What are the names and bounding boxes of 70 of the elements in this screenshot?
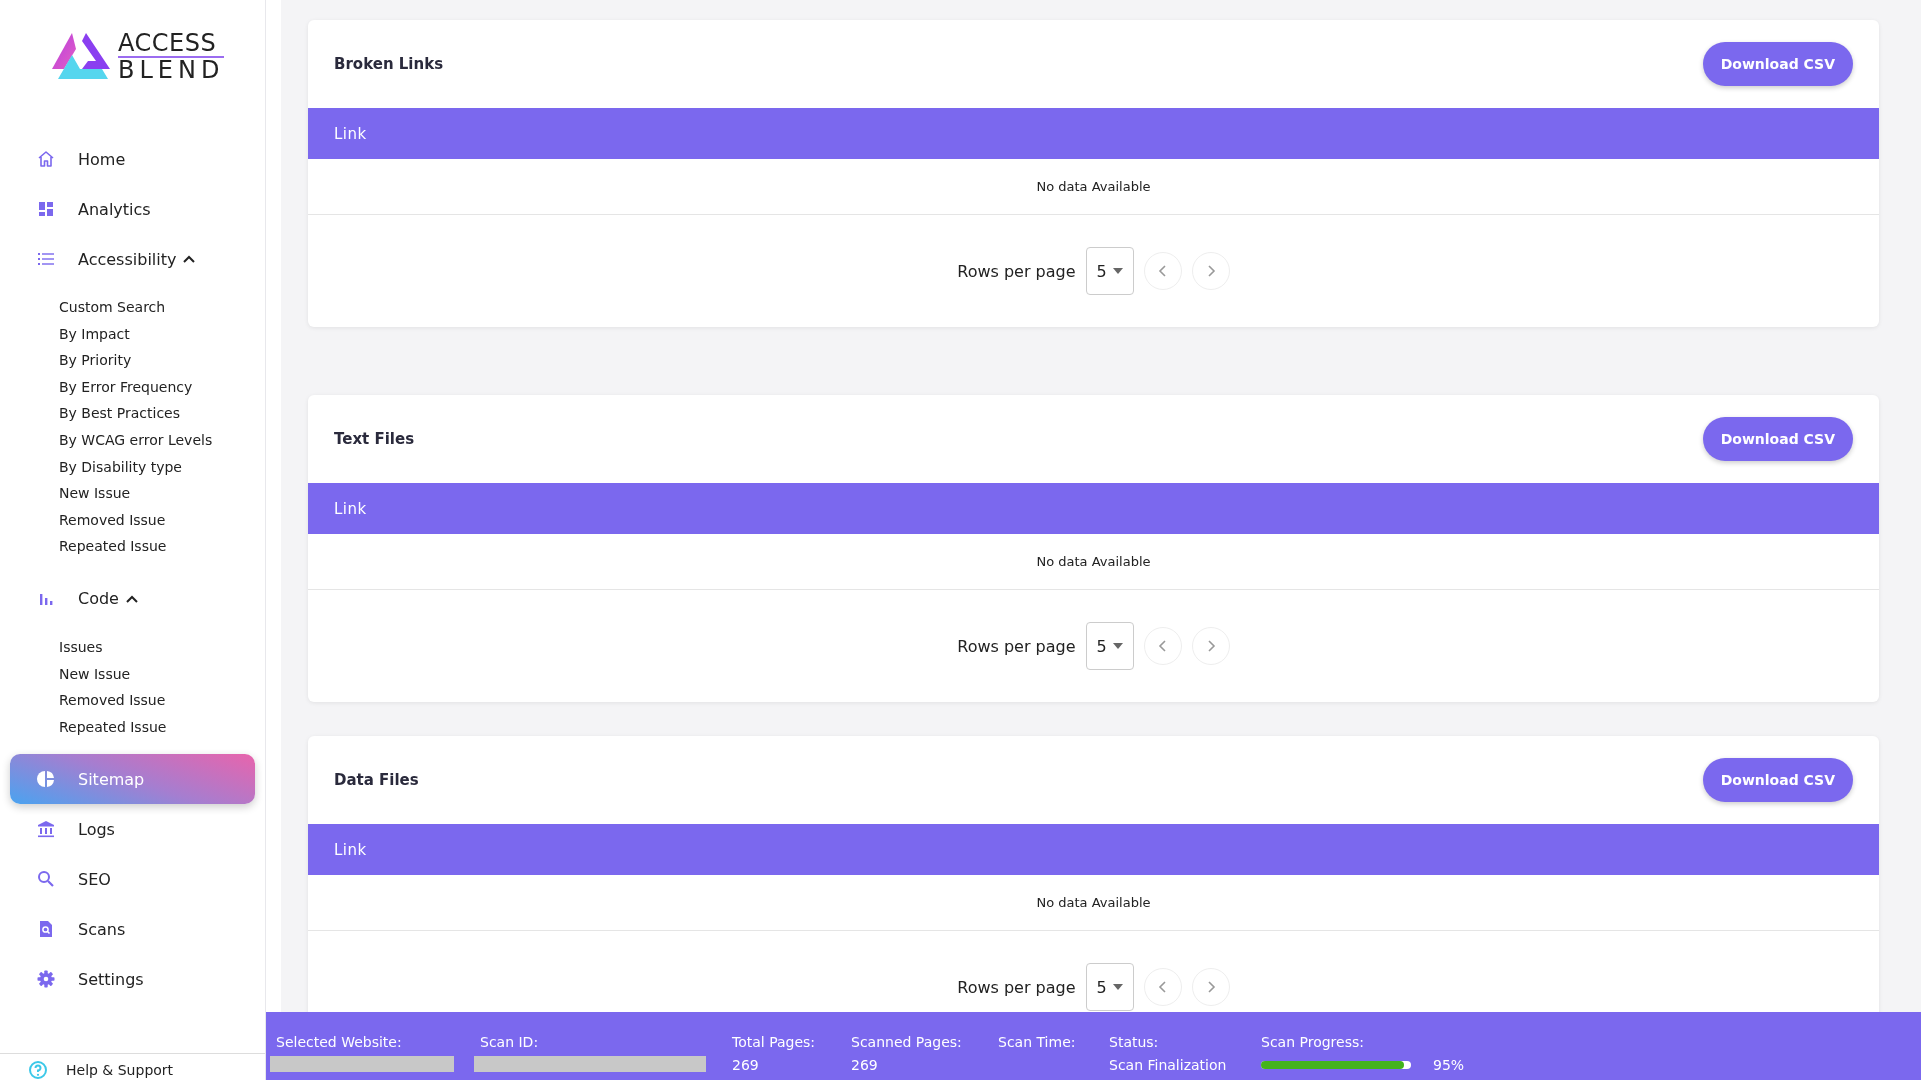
card-title: Broken Links: [334, 55, 444, 73]
logo-text: ACCESS: [118, 30, 225, 58]
caret-icon: [1112, 643, 1123, 649]
sidebar-item[interactable]: SEO: [10, 854, 255, 905]
empty-message: No data Available: [1036, 179, 1151, 194]
submenu-item[interactable]: Removed Issue: [59, 687, 255, 714]
bank-icon: [36, 819, 56, 840]
submenu-item[interactable]: By WCAG error Levels: [59, 426, 255, 454]
rows-per-page-label: Rows per page: [957, 261, 1076, 281]
next-page-button[interactable]: [1191, 627, 1230, 665]
submenu-item[interactable]: Repeated Issue: [59, 533, 255, 560]
column-header: Link: [334, 840, 367, 859]
status-label: Scan ID:: [480, 1034, 540, 1050]
card-title: Data Files: [334, 771, 419, 789]
submenu-item[interactable]: Removed Issue: [59, 506, 255, 534]
download-csv-button[interactable]: Download CSV: [1702, 417, 1853, 461]
logo-text: BLEND: [118, 57, 225, 82]
submenu-item[interactable]: By Priority: [59, 347, 255, 374]
next-page-button[interactable]: [1191, 968, 1230, 1006]
help-support-link[interactable]: Help & Support: [66, 1062, 174, 1078]
dashboard-icon: [36, 199, 56, 219]
column-header: Link: [334, 499, 367, 518]
previous-page-button[interactable]: [1143, 968, 1182, 1006]
logo-icon: [52, 31, 110, 81]
submenu-item[interactable]: Custom Search: [59, 294, 255, 321]
sidebar-item[interactable]: Accessibility: [10, 234, 255, 284]
previous-page-button[interactable]: [1143, 627, 1182, 665]
status-value: 269: [851, 1056, 879, 1074]
submenu-item[interactable]: By Best Practices: [59, 400, 255, 427]
settings-icon: [36, 969, 56, 990]
submenu-item[interactable]: New Issue: [59, 660, 255, 688]
sidebar-item[interactable]: Code: [10, 573, 255, 624]
sidebar-item[interactable]: Scans: [10, 904, 255, 955]
help-icon: [28, 1060, 48, 1080]
status-label: Scan Time:: [998, 1034, 1077, 1050]
submenu-item[interactable]: By Impact: [59, 320, 255, 348]
status-label: Scan Progress:: [1261, 1034, 1365, 1050]
download-csv-button[interactable]: Download CSV: [1702, 42, 1853, 86]
progress-reading: 95%: [1433, 1056, 1465, 1074]
submenu-item[interactable]: Issues: [59, 633, 255, 661]
previous-page-button[interactable]: [1143, 252, 1182, 290]
status-label: Selected Website:: [276, 1034, 403, 1050]
rows-per-page-select[interactable]: 5: [1085, 247, 1134, 295]
status-label: Total Pages:: [732, 1034, 817, 1050]
sidebar-item[interactable]: Home: [10, 134, 255, 184]
caret-icon: [1112, 268, 1123, 274]
status-label: Scanned Pages:: [851, 1034, 963, 1050]
status-value: Scan Finalization: [1109, 1056, 1228, 1074]
column-header: Link: [334, 124, 367, 143]
caret-icon: [1112, 984, 1123, 990]
empty-message: No data Available: [1036, 895, 1151, 910]
rows-per-page-select[interactable]: 5: [1085, 622, 1134, 670]
empty-message: No data Available: [1036, 554, 1151, 569]
next-page-button[interactable]: [1191, 252, 1230, 290]
submenu-item[interactable]: By Disability type: [59, 453, 255, 481]
sidebar-item[interactable]: Analytics: [10, 184, 255, 234]
pie-chart-icon: [36, 769, 56, 790]
home-icon: [36, 149, 56, 169]
rows-per-page-label: Rows per page: [957, 977, 1076, 997]
card-title: Text Files: [334, 430, 415, 448]
submenu-item[interactable]: New Issue: [59, 480, 255, 507]
status-label: Status:: [1109, 1034, 1160, 1050]
status-value: 269: [732, 1056, 760, 1074]
rows-per-page-label: Rows per page: [957, 636, 1076, 656]
download-csv-button[interactable]: Download CSV: [1702, 758, 1853, 802]
rows-per-page-select[interactable]: 5: [1085, 963, 1134, 1011]
sidebar-item[interactable]: Logs: [10, 804, 255, 855]
sidebar-item[interactable]: Settings: [10, 954, 255, 1005]
submenu-item[interactable]: Repeated Issue: [59, 713, 255, 741]
submenu-item[interactable]: By Error Frequency: [59, 373, 255, 401]
